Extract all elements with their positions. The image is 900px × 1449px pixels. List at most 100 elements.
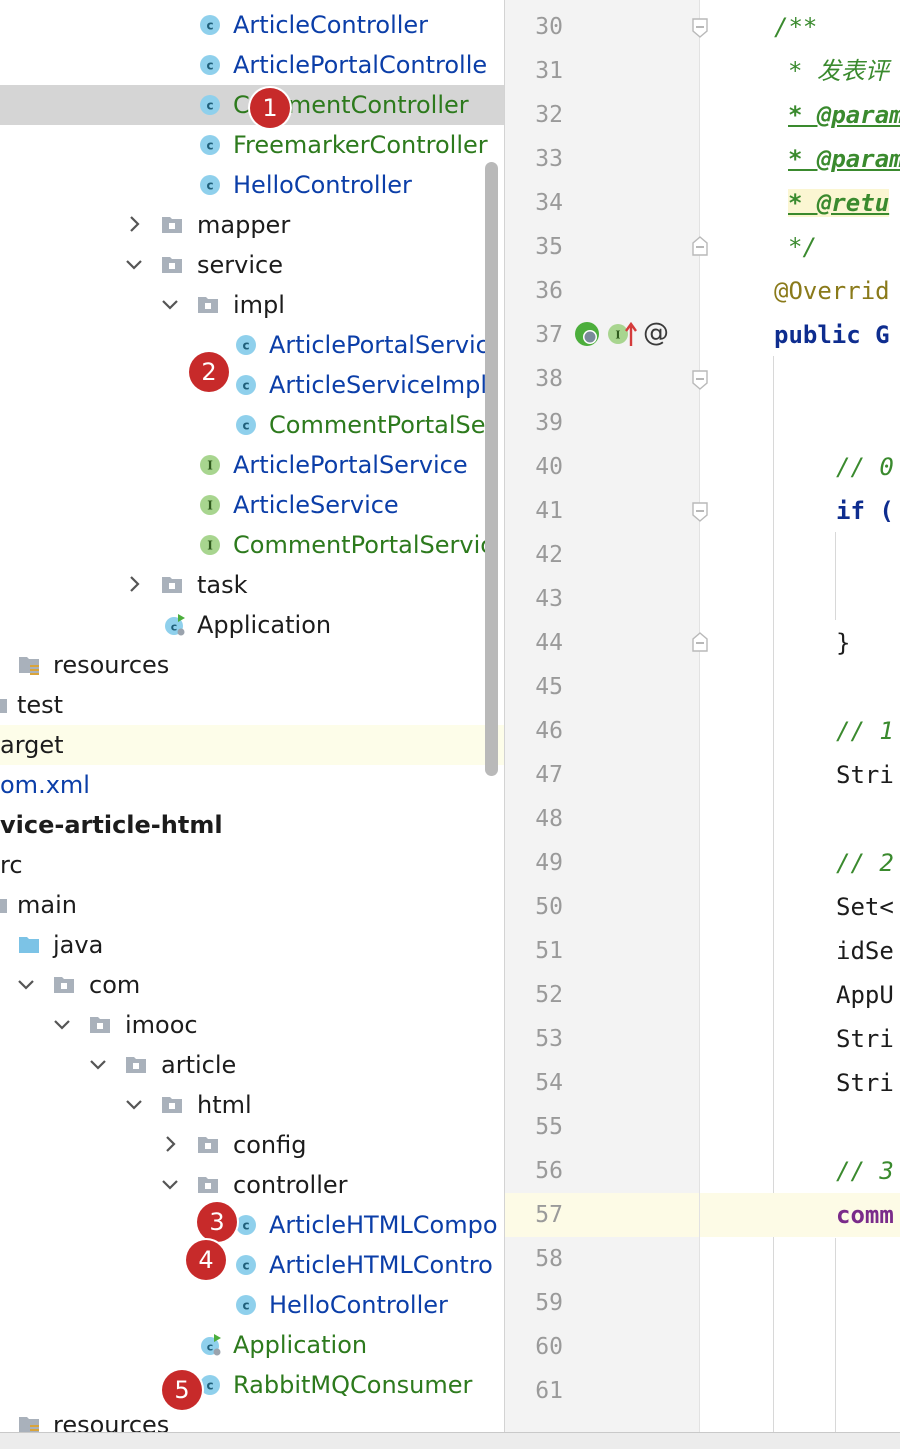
chevron-down-icon[interactable] — [159, 293, 181, 315]
tree-item-resources-html[interactable]: resources — [0, 1405, 504, 1432]
tree-item-article-service-impl[interactable]: c ArticleServiceImpl — [0, 365, 504, 405]
tree-item-comment-portal-service[interactable]: I CommentPortalServic — [0, 525, 504, 565]
code-text: */ — [788, 233, 817, 261]
at-annotation-icon[interactable]: @ — [643, 318, 669, 348]
chevron-down-icon[interactable] — [123, 253, 145, 275]
tree-item-article-service[interactable]: I ArticleService — [0, 485, 504, 525]
svg-text:I: I — [615, 329, 620, 342]
code-line[interactable]: Stri — [700, 753, 900, 797]
tree-item-module-service-article-html[interactable]: vice-article-html — [0, 805, 504, 845]
folder-icon — [53, 974, 75, 996]
line-number: 38 — [535, 366, 563, 392]
chevron-right-icon[interactable] — [159, 1133, 181, 1155]
web-endpoint-icon[interactable] — [573, 320, 601, 348]
svg-text:c: c — [242, 1299, 249, 1313]
code-line[interactable]: Stri — [700, 1017, 900, 1061]
code-line[interactable]: idSe — [700, 929, 900, 973]
tree-item-comment-portal-service-impl[interactable]: c CommentPortalSer — [0, 405, 504, 445]
code-line[interactable]: /** — [700, 5, 900, 49]
fold-start-icon[interactable] — [691, 370, 709, 390]
tree-item-task[interactable]: task — [0, 565, 504, 605]
code-line[interactable]: // 2 — [700, 841, 900, 885]
tree-item-article-portal-service-impl[interactable]: c ArticlePortalServic — [0, 325, 504, 365]
class-icon: c — [235, 414, 257, 436]
code-text: * @retu — [788, 189, 890, 217]
implements-method-icon[interactable]: I — [607, 320, 637, 348]
tree-item-src[interactable]: rc — [0, 845, 504, 885]
tree-item-target[interactable]: arget — [0, 725, 504, 765]
gutter-line: 41 — [505, 489, 699, 533]
code-line[interactable]: Stri — [700, 1061, 900, 1105]
code-line[interactable]: * 发表评 — [700, 49, 900, 93]
code-line[interactable]: if ( — [700, 489, 900, 533]
code-line[interactable]: * @retu — [700, 181, 900, 225]
code-editor[interactable]: 30 31 32 33 34 35 36 37 38 39 40 41 42 4… — [504, 0, 900, 1432]
code-line[interactable]: * @param — [700, 137, 900, 181]
chevron-down-icon[interactable] — [159, 1173, 181, 1195]
code-line[interactable]: Set< — [700, 885, 900, 929]
code-line[interactable]: // 1 — [700, 709, 900, 753]
tree-item-resources[interactable]: resources — [0, 645, 504, 685]
tree-item-html[interactable]: html — [0, 1085, 504, 1125]
tree-item-article-portal-controller[interactable]: c ArticlePortalControlle — [0, 45, 504, 85]
code-line[interactable]: AppU — [700, 973, 900, 1017]
spring-app-icon: c — [163, 614, 185, 636]
code-line[interactable]: public G — [700, 313, 900, 357]
tree-item-impl[interactable]: impl — [0, 285, 504, 325]
tree-item-config[interactable]: config — [0, 1125, 504, 1165]
chevron-down-icon[interactable] — [123, 1093, 145, 1115]
code-line[interactable]: @Overrid — [700, 269, 900, 313]
line-number: 57 — [535, 1202, 563, 1228]
chevron-right-icon[interactable] — [123, 213, 145, 235]
tree-item-article-portal-service[interactable]: I ArticlePortalService — [0, 445, 504, 485]
folder-icon — [197, 1134, 219, 1156]
chevron-down-icon[interactable] — [87, 1053, 109, 1075]
tree-item-com[interactable]: com — [0, 965, 504, 1005]
gutter-icons: I @ — [573, 318, 673, 350]
tree-scrollbar[interactable] — [485, 162, 498, 776]
folder-icon — [125, 1054, 147, 1076]
tree-item-freemarker-controller[interactable]: c FreemarkerController — [0, 125, 504, 165]
tree-item-controller[interactable]: controller — [0, 1165, 504, 1205]
tree-item-service[interactable]: service — [0, 245, 504, 285]
tree-item-label: ArticleHTMLCompo — [269, 1211, 498, 1239]
tree-item-rabbitmq-consumer[interactable]: c RabbitMQConsumer — [0, 1365, 504, 1405]
line-number: 36 — [535, 278, 563, 304]
line-number: 33 — [535, 146, 563, 172]
tree-item-label: test — [17, 691, 64, 719]
tree-item-pom-xml[interactable]: om.xml — [0, 765, 504, 805]
tree-item-imooc[interactable]: imooc — [0, 1005, 504, 1045]
line-number: 35 — [535, 234, 563, 260]
tree-item-label: imooc — [125, 1011, 198, 1039]
tree-item-hello-controller[interactable]: c HelloController — [0, 165, 504, 205]
tree-item-java[interactable]: java — [0, 925, 504, 965]
gutter-line: 59 — [505, 1281, 699, 1325]
code-line[interactable]: // 0 — [700, 445, 900, 489]
tree-item-label: ArticlePortalControlle — [233, 51, 488, 79]
tree-item-article-html-controller[interactable]: c ArticleHTMLContro — [0, 1245, 504, 1285]
tree-item-article-controller[interactable]: c ArticleController — [0, 5, 504, 45]
code-line[interactable]: } — [700, 621, 900, 665]
code-text: Stri — [836, 1069, 894, 1097]
line-number: 42 — [535, 542, 563, 568]
tree-item-article-html-component[interactable]: c ArticleHTMLCompo — [0, 1205, 504, 1245]
code-line[interactable]: */ — [700, 225, 900, 269]
tree-item-main[interactable]: main — [0, 885, 504, 925]
code-text: AppU — [836, 981, 894, 1009]
line-number: 45 — [535, 674, 563, 700]
chevron-down-icon[interactable] — [51, 1013, 73, 1035]
gutter-line: 60 — [505, 1325, 699, 1369]
tree-item-application[interactable]: c Application — [0, 605, 504, 645]
tree-item-hello-controller-html[interactable]: c HelloController — [0, 1285, 504, 1325]
svg-text:I: I — [207, 499, 213, 513]
chevron-down-icon[interactable] — [15, 973, 37, 995]
chevron-right-icon[interactable] — [123, 573, 145, 595]
tree-item-article[interactable]: article — [0, 1045, 504, 1085]
code-line-current[interactable]: comm — [700, 1193, 900, 1237]
tree-item-application-html[interactable]: c Application — [0, 1325, 504, 1365]
tree-item-test[interactable]: test — [0, 685, 504, 725]
code-line[interactable]: * @param — [700, 93, 900, 137]
code-line[interactable]: // 3 — [700, 1149, 900, 1193]
tree-item-mapper[interactable]: mapper — [0, 205, 504, 245]
tree-item-label: ArticleHTMLContro — [269, 1251, 493, 1279]
